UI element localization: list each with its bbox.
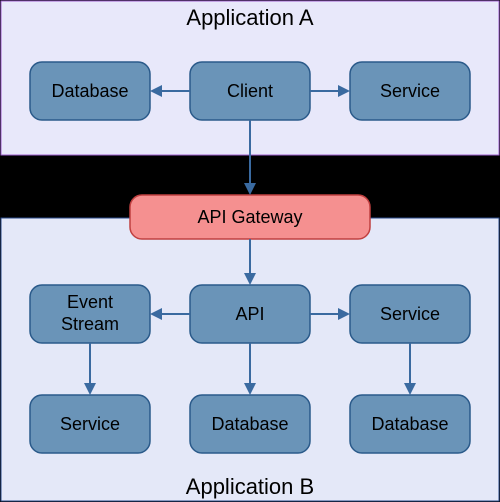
node-service-b-bottom-label: Service [60, 414, 120, 434]
application-a-title: Application A [186, 5, 314, 30]
node-service-b-top-label: Service [380, 304, 440, 324]
node-event-stream-label2: Stream [61, 314, 119, 334]
node-database-a-label: Database [51, 81, 128, 101]
node-event-stream-label1: Event [67, 292, 113, 312]
node-api-gateway-label: API Gateway [197, 207, 302, 227]
node-database-b-mid-label: Database [211, 414, 288, 434]
node-api-label: API [235, 304, 264, 324]
node-service-a-label: Service [380, 81, 440, 101]
node-client-label: Client [227, 81, 273, 101]
node-database-b-right-label: Database [371, 414, 448, 434]
architecture-diagram: Application A Application B Database Cli… [0, 0, 500, 502]
application-b-title: Application B [186, 474, 314, 499]
